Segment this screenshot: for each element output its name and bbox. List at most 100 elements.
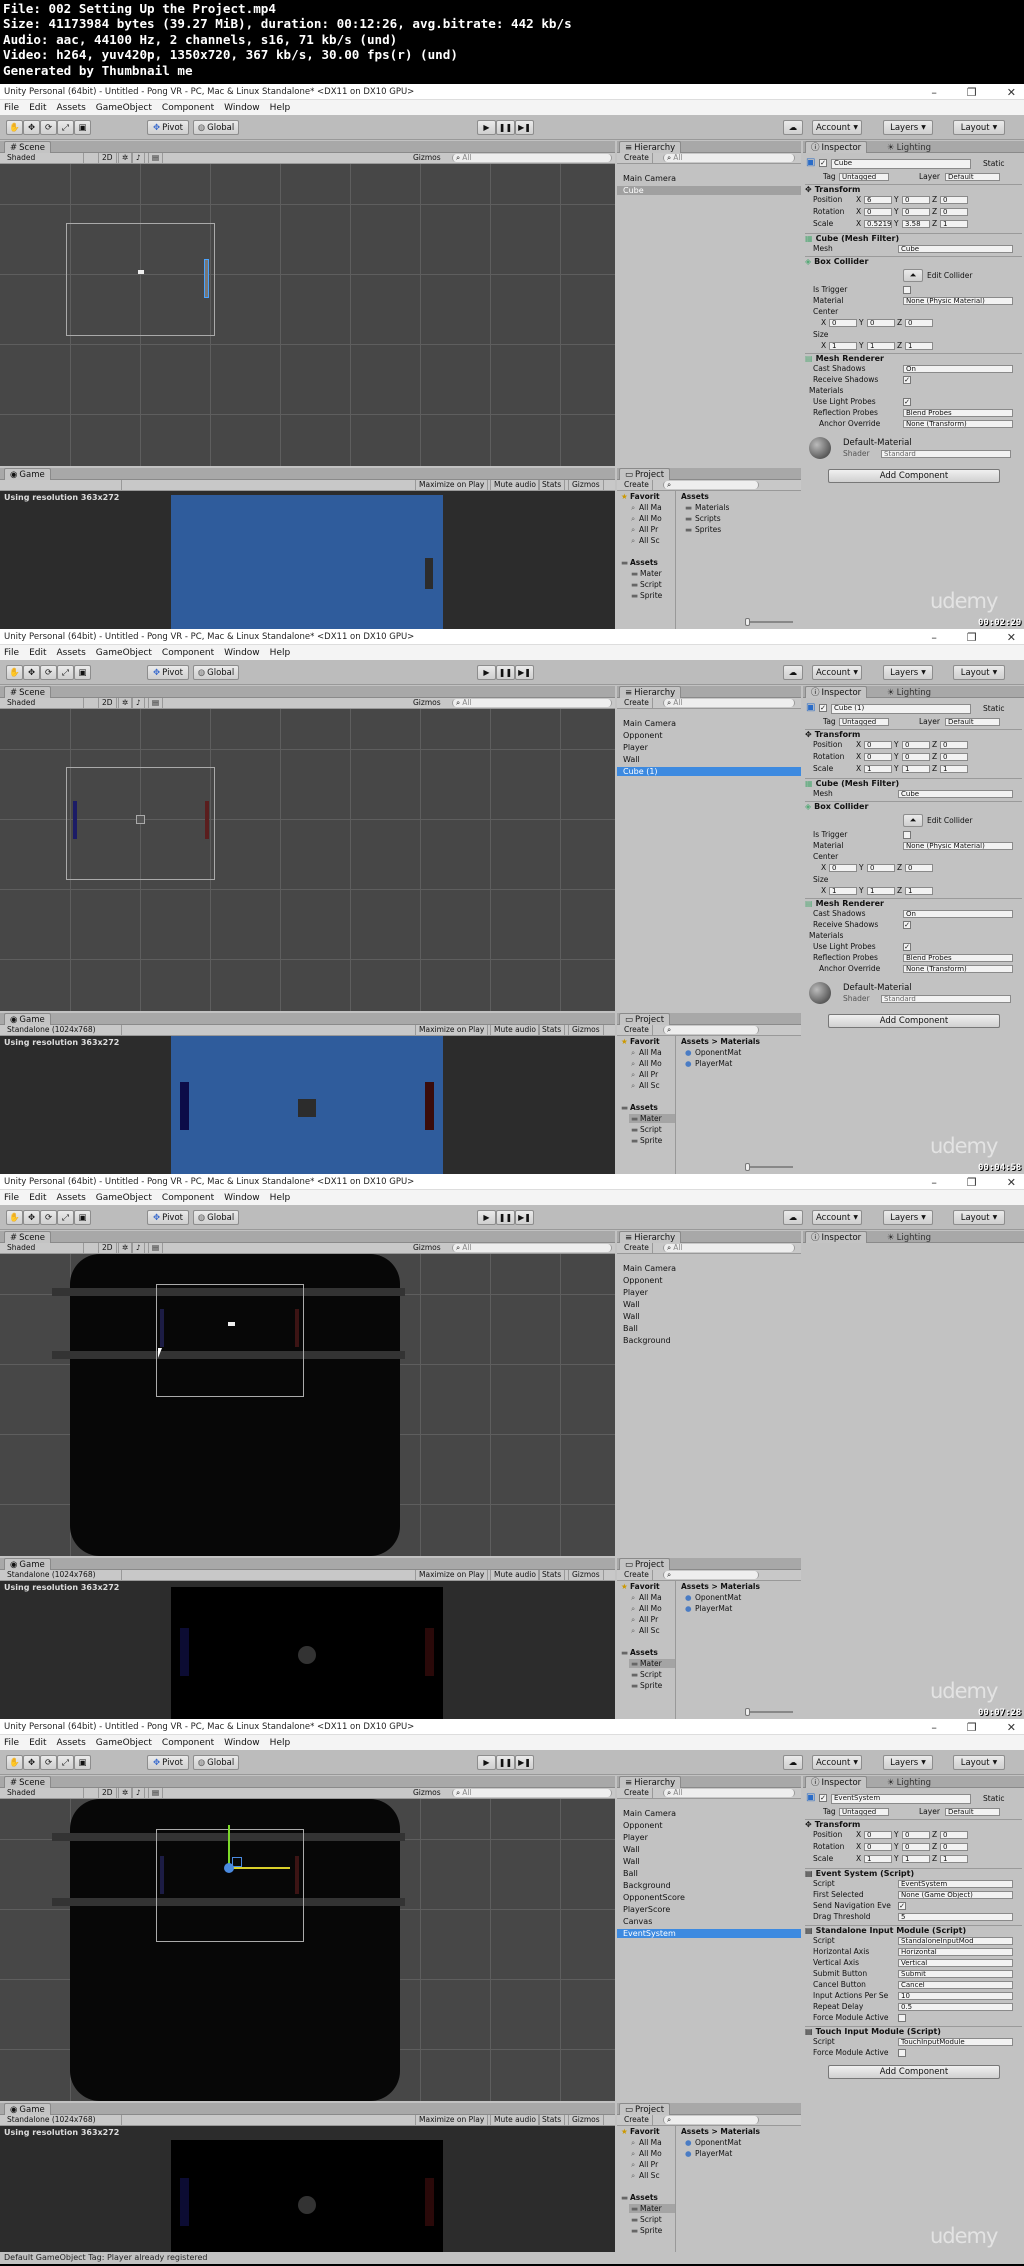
hand-tool-icon[interactable]: ✋: [6, 1755, 23, 1770]
assets-root-label[interactable]: Assets: [630, 559, 658, 567]
layout-dropdown[interactable]: Layout ▼: [953, 1210, 1005, 1225]
hierarchy-item[interactable]: Opponent: [623, 1276, 663, 1285]
step-button[interactable]: ▶❚: [515, 1755, 534, 1770]
hierarchy-item[interactable]: Background: [623, 1881, 671, 1890]
aspect-dropdown[interactable]: Standalone (1024x768): [4, 1025, 122, 1035]
light-probes-checkbox[interactable]: ✓: [903, 943, 911, 951]
rotation-x-field[interactable]: 0: [864, 208, 892, 216]
force-module-checkbox[interactable]: [898, 2014, 906, 2022]
hierarchy-item[interactable]: Wall: [623, 1300, 640, 1309]
game-view[interactable]: Using resolution 363x272: [0, 1036, 615, 1174]
favorite-item[interactable]: All Ma: [639, 2139, 662, 2147]
menu-item-gameobject[interactable]: GameObject: [96, 648, 152, 658]
rotation-y-field[interactable]: 0: [902, 208, 930, 216]
tab-game[interactable]: ◉ Game: [4, 1558, 51, 1570]
game-gizmos-dropdown[interactable]: Gizmos: [568, 1570, 604, 1580]
menu-item-component[interactable]: Component: [162, 1193, 214, 1203]
audio-toggle-icon[interactable]: ♪: [132, 1788, 145, 1798]
tab-hierarchy[interactable]: ≡ Hierarchy: [619, 1776, 682, 1788]
favorite-item[interactable]: All Ma: [639, 1049, 662, 1057]
add-component-button[interactable]: Add Component: [828, 2065, 1000, 2079]
hierarchy-item[interactable]: Wall: [623, 755, 640, 764]
reflection-probes-dropdown[interactable]: Blend Probes: [903, 409, 1013, 417]
favorites-label[interactable]: Favorit: [630, 493, 660, 501]
active-checkbox[interactable]: ✓: [819, 159, 827, 167]
tab-hierarchy[interactable]: ≡ Hierarchy: [619, 1231, 682, 1243]
edit-collider-button[interactable]: ⏶: [903, 269, 923, 282]
close-icon[interactable]: ✕: [1007, 1721, 1016, 1734]
size-y-field[interactable]: 1: [867, 342, 895, 350]
pivot-toggle[interactable]: ✥ Pivot: [147, 120, 189, 135]
hierarchy-search-input[interactable]: ⌕ All: [663, 154, 795, 162]
play-button[interactable]: ▶: [477, 1210, 496, 1225]
menu-item-help[interactable]: Help: [270, 1193, 291, 1203]
position-y-field[interactable]: 0: [902, 741, 930, 749]
shading-mode-dropdown[interactable]: Shaded: [4, 698, 84, 708]
maximize-on-play-toggle[interactable]: Maximize on Play: [415, 1570, 489, 1580]
shader-dropdown[interactable]: Standard: [881, 450, 1011, 458]
size-x-field[interactable]: 1: [829, 342, 857, 350]
tab-lighting[interactable]: ☀ Lighting: [881, 1776, 937, 1788]
hierarchy-search-input[interactable]: ⌕ All: [663, 699, 795, 707]
effects-toggle-icon[interactable]: ▤: [148, 1788, 164, 1798]
menu-item-window[interactable]: Window: [224, 648, 260, 658]
move-tool-icon[interactable]: ✥: [23, 120, 40, 135]
pause-button[interactable]: ❚❚: [496, 120, 515, 135]
layer-dropdown[interactable]: Default: [945, 1808, 1000, 1816]
mute-audio-toggle[interactable]: Mute audio: [490, 1025, 540, 1035]
cast-shadows-dropdown[interactable]: On: [903, 365, 1013, 373]
asset-folder[interactable]: Sprite: [640, 1682, 662, 1690]
menu-item-edit[interactable]: Edit: [29, 103, 46, 113]
move-tool-icon[interactable]: ✥: [23, 1210, 40, 1225]
mute-audio-toggle[interactable]: Mute audio: [490, 2115, 540, 2125]
menu-item-edit[interactable]: Edit: [29, 1193, 46, 1203]
size-z-field[interactable]: 1: [905, 887, 933, 895]
static-toggle[interactable]: Static: [983, 1795, 1004, 1803]
effects-toggle-icon[interactable]: ▤: [148, 698, 164, 708]
input-setting-field[interactable]: Submit: [898, 1970, 1013, 1978]
shading-mode-dropdown[interactable]: Shaded: [4, 1243, 84, 1253]
game-view[interactable]: Using resolution 363x272: [0, 1581, 615, 1719]
favorites-label[interactable]: Favorit: [630, 1038, 660, 1046]
active-checkbox[interactable]: ✓: [819, 1794, 827, 1802]
tab-scene[interactable]: # Scene: [4, 1776, 52, 1788]
layers-dropdown[interactable]: Layers ▼: [883, 1755, 933, 1770]
account-dropdown[interactable]: Account ▼: [812, 1210, 862, 1225]
add-component-button[interactable]: Add Component: [828, 1014, 1000, 1028]
menu-item-window[interactable]: Window: [224, 103, 260, 113]
hierarchy-item[interactable]: EventSystem: [623, 1929, 676, 1938]
mesh-renderer-header[interactable]: ▤ Mesh Renderer: [805, 898, 1022, 909]
play-button[interactable]: ▶: [477, 665, 496, 680]
first-selected-field[interactable]: None (Game Object): [898, 1891, 1013, 1899]
menu-item-help[interactable]: Help: [270, 648, 291, 658]
box-collider-header[interactable]: ◈ Box Collider: [805, 801, 1022, 812]
tag-dropdown[interactable]: Untagged: [839, 718, 889, 726]
input-setting-field[interactable]: Cancel: [898, 1981, 1013, 1989]
2d-toggle[interactable]: 2D: [98, 1243, 117, 1253]
reflection-probes-dropdown[interactable]: Blend Probes: [903, 954, 1013, 962]
account-dropdown[interactable]: Account ▼: [812, 1755, 862, 1770]
input-setting-field[interactable]: Vertical: [898, 1959, 1013, 1967]
position-y-field[interactable]: 0: [902, 196, 930, 204]
asset-folder[interactable]: Script: [640, 2216, 662, 2224]
hierarchy-item[interactable]: Main Camera: [623, 1264, 676, 1273]
hierarchy-item[interactable]: Player: [623, 1288, 648, 1297]
transform-header[interactable]: ✥ Transform: [805, 1819, 1022, 1830]
menu-item-component[interactable]: Component: [162, 103, 214, 113]
gizmos-dropdown[interactable]: Gizmos: [410, 698, 444, 708]
pivot-toggle[interactable]: ✥ Pivot: [147, 1755, 189, 1770]
is-trigger-checkbox[interactable]: [903, 831, 911, 839]
tab-inspector[interactable]: ⓘ Inspector: [805, 1776, 868, 1788]
scale-y-field[interactable]: 1: [902, 1855, 930, 1863]
tab-inspector[interactable]: ⓘ Inspector: [805, 1231, 868, 1243]
scale-tool-icon[interactable]: ⤢: [57, 1755, 74, 1770]
tab-project[interactable]: ▭ Project: [619, 468, 671, 480]
step-button[interactable]: ▶❚: [515, 120, 534, 135]
project-item[interactable]: PlayerMat: [695, 1605, 732, 1613]
rotation-x-field[interactable]: 0: [864, 753, 892, 761]
hierarchy-item[interactable]: Cube (1): [623, 767, 658, 776]
scale-z-field[interactable]: 1: [940, 1855, 968, 1863]
shading-mode-dropdown[interactable]: Shaded: [4, 1788, 84, 1798]
favorite-item[interactable]: All Sc: [639, 1627, 660, 1635]
scale-z-field[interactable]: 1: [940, 220, 968, 228]
